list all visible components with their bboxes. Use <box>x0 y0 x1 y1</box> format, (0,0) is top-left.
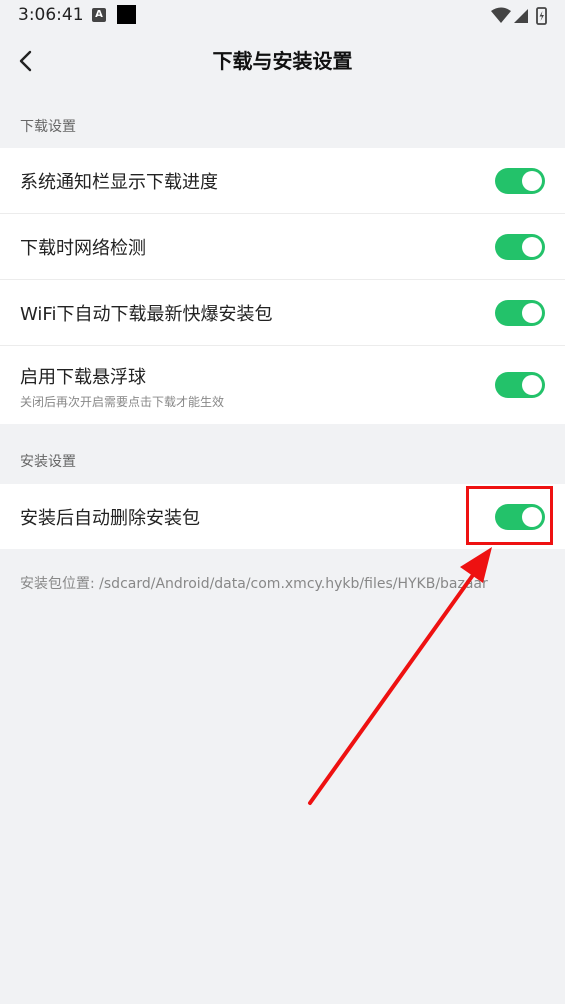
setting-label: 下载时网络检测 <box>20 238 146 259</box>
install-path-text: 安装包位置: /sdcard/Android/data/com.xmcy.hyk… <box>20 576 488 592</box>
toggle-switch[interactable] <box>495 300 545 326</box>
section-label-download: 下载设置 <box>20 119 76 135</box>
app-header: 下载与安装设置 <box>0 32 565 90</box>
setting-row-floating-ball[interactable]: 启用下载悬浮球 关闭后再次开启需要点击下载才能生效 <box>0 346 565 424</box>
setting-row-network-check[interactable]: 下载时网络检测 <box>0 214 565 280</box>
a-badge-icon: A <box>92 8 106 22</box>
setting-label: WiFi下自动下载最新快爆安装包 <box>20 304 273 325</box>
setting-label: 启用下载悬浮球 <box>20 367 146 388</box>
toggle-switch[interactable] <box>495 168 545 194</box>
page-title: 下载与安装设置 <box>212 49 353 73</box>
setting-sublabel: 关闭后再次开启需要点击下载才能生效 <box>20 395 225 409</box>
setting-row-wifi-auto-download[interactable]: WiFi下自动下载最新快爆安装包 <box>0 280 565 346</box>
wifi-icon <box>491 7 511 23</box>
setting-label: 系统通知栏显示下载进度 <box>20 172 218 193</box>
black-square-icon <box>117 5 136 24</box>
status-time: 3:06:41 <box>18 5 84 25</box>
toggle-switch[interactable] <box>495 372 545 398</box>
status-bar: 3:06:41 A <box>0 0 565 32</box>
toggle-knob <box>522 171 542 191</box>
section-label-install: 安装设置 <box>20 454 76 470</box>
signal-icon <box>514 9 528 23</box>
toggle-knob <box>522 303 542 323</box>
annotation-highlight-box <box>466 486 553 545</box>
toggle-switch[interactable] <box>495 234 545 260</box>
toggle-knob <box>522 375 542 395</box>
download-settings-card: 系统通知栏显示下载进度 下载时网络检测 WiFi下自动下载最新快爆安装包 启用下… <box>0 148 565 424</box>
status-icons <box>491 7 547 25</box>
setting-label: 安装后自动删除安装包 <box>20 508 200 529</box>
setting-row-notification-progress[interactable]: 系统通知栏显示下载进度 <box>0 148 565 214</box>
toggle-knob <box>522 237 542 257</box>
